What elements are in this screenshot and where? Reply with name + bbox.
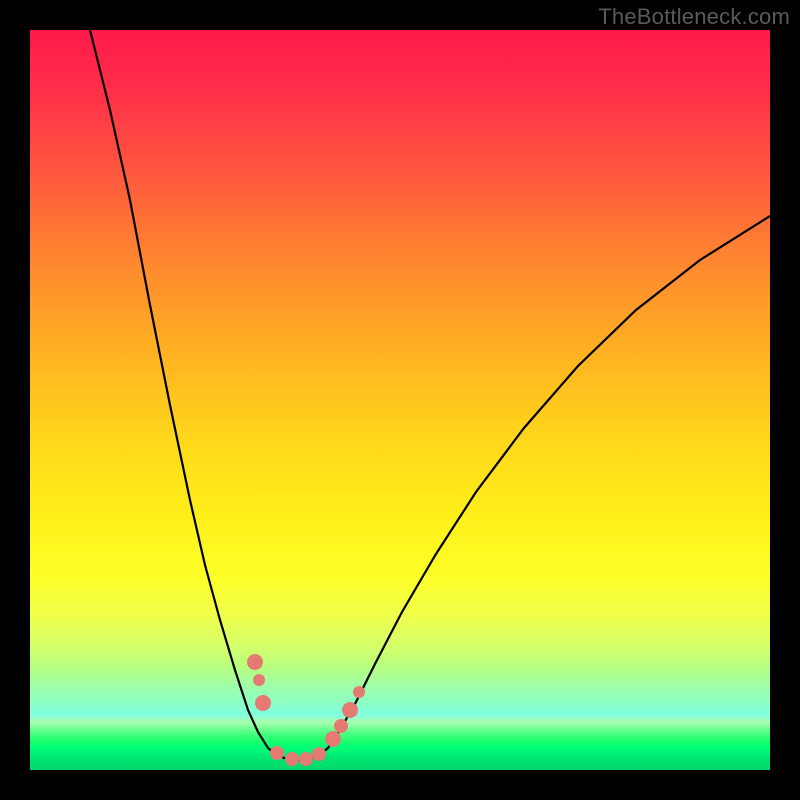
data-marker (285, 752, 299, 766)
outer-frame: TheBottleneck.com (0, 0, 800, 800)
curve-right-branch (318, 216, 770, 756)
data-marker (342, 702, 358, 718)
chart-svg (30, 30, 770, 770)
curve-left-branch (90, 30, 278, 756)
data-marker (312, 747, 326, 761)
data-marker (299, 752, 313, 766)
data-marker (325, 731, 341, 747)
data-marker (253, 674, 265, 686)
data-marker (353, 686, 365, 698)
plot-area (30, 30, 770, 770)
watermark-text: TheBottleneck.com (598, 4, 790, 30)
marker-group (247, 654, 365, 766)
data-marker (334, 719, 348, 733)
data-marker (247, 654, 263, 670)
data-marker (270, 746, 284, 760)
data-marker (255, 695, 271, 711)
